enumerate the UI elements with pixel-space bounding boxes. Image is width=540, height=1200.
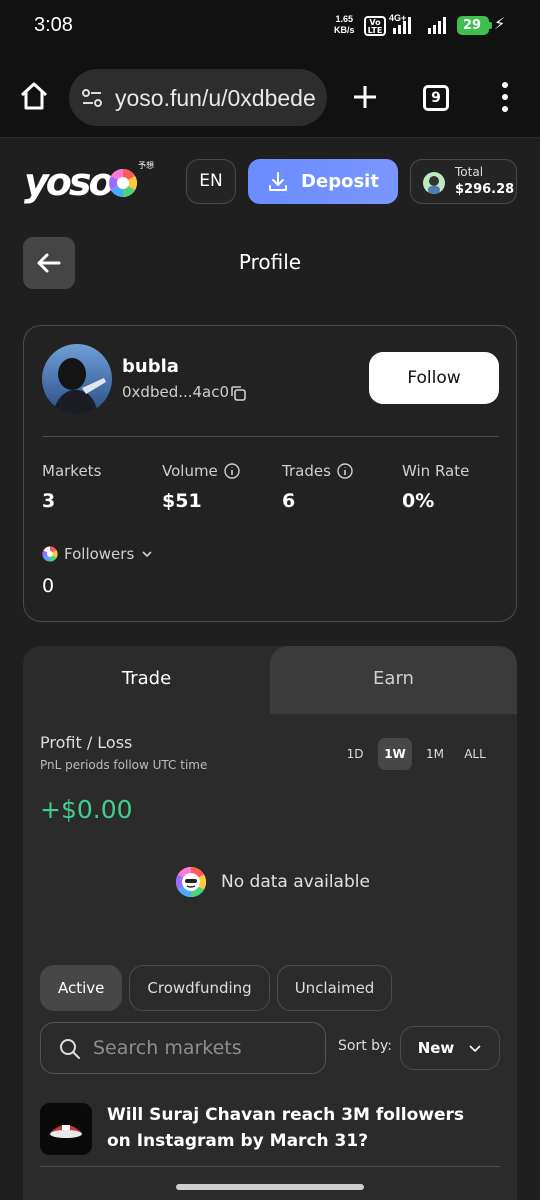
stat-label: Volume [162,462,218,480]
stat-label: Trades [282,462,331,480]
info-icon[interactable] [337,463,353,479]
no-data-message: No data available [175,866,370,898]
charging-icon: ⚡ [494,14,506,33]
filter-crowdfunding[interactable]: Crowdfunding [129,965,270,1011]
filter-active[interactable]: Active [40,965,123,1011]
profile-card: bubla 0xdbed...4ac0 Follow Markets 3 Vol… [23,325,517,622]
divider [40,1166,500,1167]
username: bubla [122,356,179,377]
sort-select[interactable]: New [400,1026,500,1070]
status-bar: 3:08 1.65 KB/s Vo LTE 4G+ 29 ⚡ [0,0,540,56]
market-thumbnail [40,1103,92,1155]
search-box[interactable] [40,1022,326,1074]
wallet-avatar [423,172,445,194]
followers-label: Followers [64,545,135,563]
activity-panel: Earn Trade Profit / Loss PnL periods fol… [23,646,517,1200]
page-title: Profile [238,250,302,274]
signal-icon [393,16,411,34]
new-tab-icon[interactable] [350,82,380,112]
logo-wheel-icon [109,169,137,197]
followers-section: Followers 0 [42,545,154,597]
pnl-subtitle: PnL periods follow UTC time [40,758,208,772]
battery-cap [489,22,492,29]
search-icon [60,1039,80,1059]
stat-value: $51 [162,490,202,512]
market-filters: Active Crowdfunding Unclaimed [40,965,393,1011]
sort-value: New [417,1039,455,1057]
language-button[interactable]: EN [186,159,236,204]
total-label: Total [455,165,484,179]
total-balance[interactable]: Total $296.28 [410,159,517,204]
logo-subtitle: 予想 [138,161,154,170]
download-icon [269,171,288,191]
pnl-value: +$0.00 [40,795,133,824]
wallet-address: 0xdbed...4ac0 [122,383,230,401]
network-speed-value: 1.65 [335,14,354,24]
pnl-title: Profit / Loss [40,733,133,752]
url-bar[interactable]: yoso.fun/u/0xdbede [69,69,327,126]
info-icon[interactable] [224,463,240,479]
period-all[interactable]: ALL [458,738,492,770]
yoso-logo[interactable]: yoso 予想 [24,160,154,204]
market-title[interactable]: Will Suraj Chavan reach 3M followers on … [107,1102,487,1154]
url-text[interactable]: yoso.fun/u/0xdbede [115,85,316,112]
sort-label: Sort by: [338,1038,393,1054]
followers-dropdown[interactable]: Followers [42,545,154,563]
search-input[interactable] [93,1035,318,1061]
site-settings-icon[interactable] [81,87,103,109]
network-speed-unit: KB/s [334,25,355,35]
chevron-down-icon [469,1045,481,1053]
copy-icon[interactable] [229,384,247,402]
more-menu-icon[interactable] [498,82,512,112]
period-1m[interactable]: 1M [418,738,452,770]
list-item[interactable]: Will Suraj Chavan reach 3M followers on … [40,1102,500,1168]
period-selector: 1D 1W 1M ALL [338,738,492,770]
tab-switcher-button[interactable]: 9 [423,85,449,111]
no-data-text: No data available [221,872,370,892]
follow-button[interactable]: Follow [369,352,499,404]
stat-value: 0% [402,490,435,512]
home-icon[interactable] [18,80,50,112]
avatar [42,344,112,414]
battery-icon: 29 [457,16,489,35]
stat-label: Win Rate [402,462,470,480]
tab-earn[interactable]: Earn [270,646,517,714]
period-1w[interactable]: 1W [378,738,412,770]
total-value: $296.28 [455,182,515,197]
filter-unclaimed[interactable]: Unclaimed [276,965,393,1011]
stat-markets: Markets 3 [42,462,101,512]
period-1d[interactable]: 1D [338,738,372,770]
deposit-label: Deposit [301,171,379,192]
status-time: 3:08 [34,14,73,36]
yoso-mascot-icon [175,867,207,897]
stat-label: Markets [42,462,102,480]
volte-icon: Vo LTE [364,16,386,36]
tab-trade[interactable]: Trade [23,646,270,714]
stat-win-rate: Win Rate 0% [402,462,469,512]
stat-value: 3 [42,490,56,512]
network-speed: 1.65 KB/s [334,14,355,36]
browser-toolbar: yoso.fun/u/0xdbede 9 [0,56,540,138]
stat-value: 6 [282,490,296,512]
divider [42,436,499,437]
stat-trades: Trades 6 [282,462,353,512]
deposit-button[interactable]: Deposit [248,159,398,204]
home-indicator[interactable] [176,1184,364,1190]
yoso-wheel-icon [42,546,58,562]
stat-volume: Volume $51 [162,462,240,512]
signal-icon [428,16,446,34]
chevron-down-icon [142,551,152,558]
followers-value: 0 [42,575,55,597]
logo-text: yoso [24,160,115,204]
